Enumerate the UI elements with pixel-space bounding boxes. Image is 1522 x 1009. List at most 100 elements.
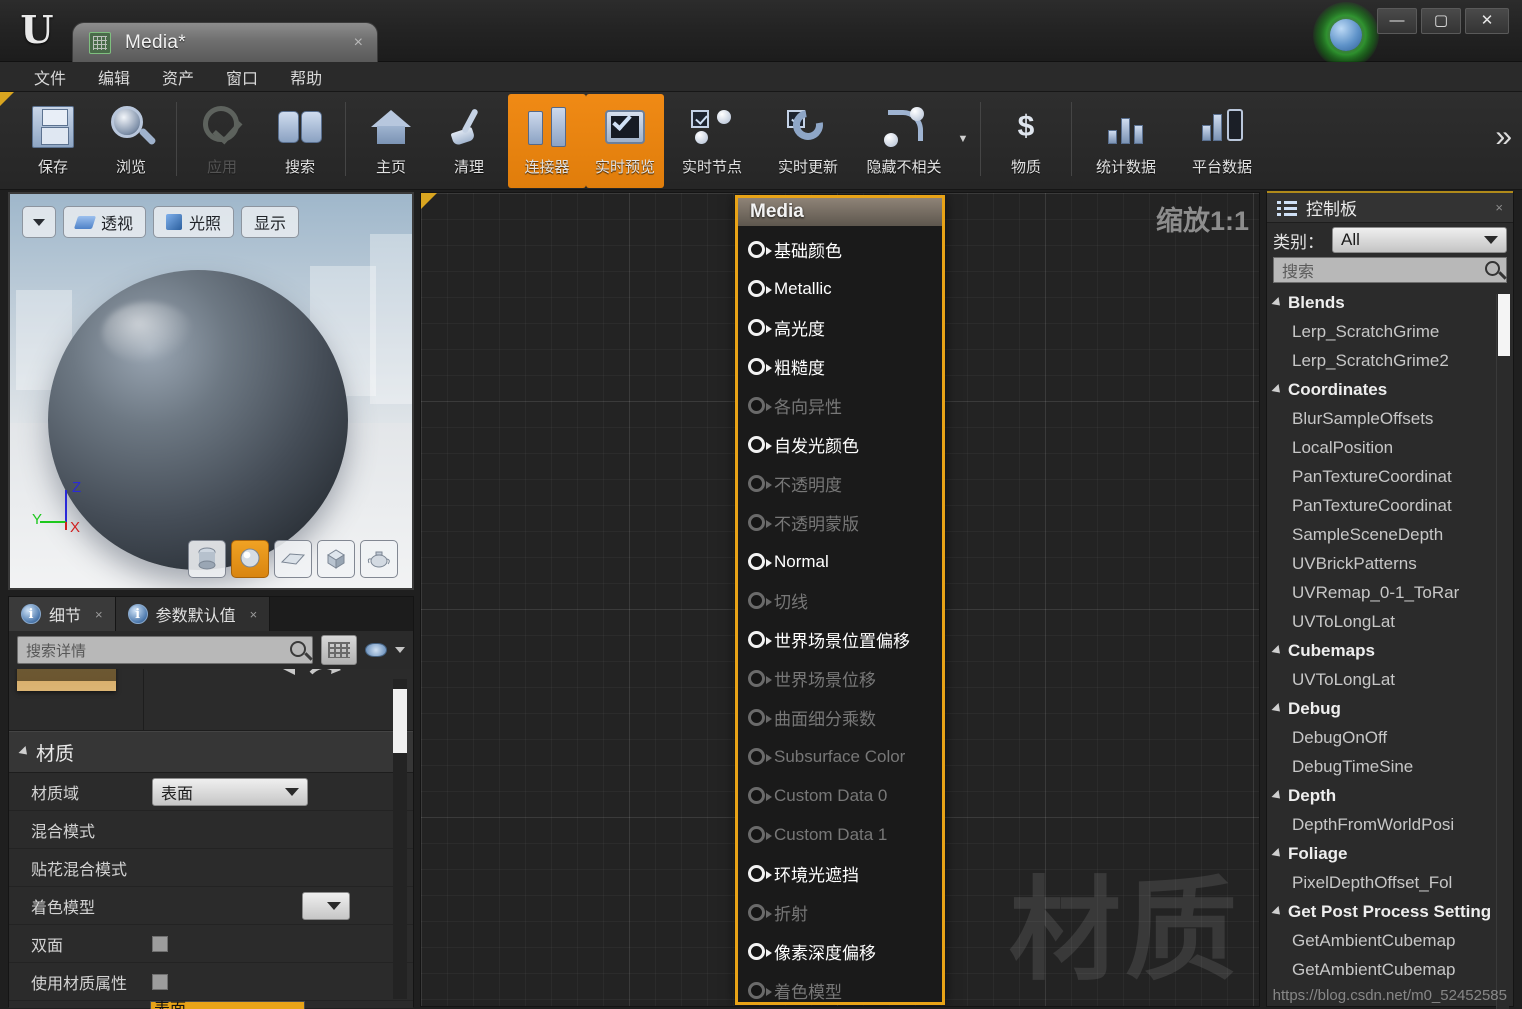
palette-group-depth[interactable]: Depth [1267,781,1513,810]
pin-dot-icon[interactable] [748,553,772,570]
menu-asset[interactable]: 资产 [146,63,210,91]
material-color-swatch[interactable] [17,669,116,691]
toolbar-connectors-button[interactable]: 连接器 [508,94,586,188]
pin-dot-icon[interactable] [748,982,772,999]
palette-scrollbar[interactable] [1496,294,1510,1009]
material-domain-dropdown-list[interactable]: 表面 延迟贴花 光照函数 体积 后期处理 用户界面 虚拟纹理 [150,1001,305,1009]
pin-world-displacement[interactable]: 世界场景位移 [738,659,942,698]
toolbar-overflow-icon[interactable]: » [1495,120,1512,154]
pin-dot-icon[interactable] [748,475,772,492]
palette-category-combo[interactable]: All [1332,227,1507,253]
pin-tessellation-multiplier[interactable]: 曲面细分乘数 [738,698,942,737]
details-scrollbar-thumb[interactable] [393,689,407,753]
palette-group-coordinates[interactable]: Coordinates [1267,375,1513,404]
hide-unrelated-chevron-down-icon[interactable]: ▼ [952,92,974,186]
details-grid-view-button[interactable] [321,635,357,665]
palette-search-input[interactable]: 搜索 [1273,257,1507,283]
pin-dot-icon[interactable] [748,592,772,609]
palette-group-debug[interactable]: Debug [1267,694,1513,723]
palette-item[interactable]: BlurSampleOffsets [1267,404,1513,433]
toolbar-live-preview-button[interactable]: 实时预览 [586,94,664,188]
dropdown-option-surface[interactable]: 表面 [151,1002,304,1009]
toolbar-platform-stats-button[interactable]: 平台数据 [1174,94,1270,188]
palette-item[interactable]: UVBrickPatterns [1267,549,1513,578]
tab-details-close-icon[interactable]: × [95,607,103,622]
pin-dot-icon[interactable] [748,631,772,648]
material-domain-combo[interactable]: 表面 [152,777,308,806]
viewport-lit-button[interactable]: 光照 [153,206,235,238]
pin-refraction[interactable]: 折射 [738,893,942,932]
menu-edit[interactable]: 编辑 [82,63,146,91]
palette-item[interactable]: PanTextureCoordinat [1267,462,1513,491]
close-button[interactable]: ✕ [1465,8,1509,34]
pin-dot-icon[interactable] [748,241,772,258]
two-sided-checkbox[interactable] [152,935,168,952]
reset-arrows-icon[interactable] [277,669,347,689]
material-output-node[interactable]: Media 基础颜色 Metallic 高光度 粗糙度 各向异性 自发光颜色 不… [735,195,945,1005]
tab-close-icon[interactable]: × [354,34,363,52]
use-material-attributes-checkbox[interactable] [152,973,168,990]
pin-world-position-offset[interactable]: 世界场景位置偏移 [738,620,942,659]
pin-dot-icon[interactable] [748,709,772,726]
palette-item[interactable]: PixelDepthOffset_Fol [1267,868,1513,897]
teapot-preview-shape[interactable] [360,540,398,578]
toolbar-live-nodes-button[interactable]: 实时节点 [664,94,760,188]
material-section-header[interactable]: 材质 [9,731,413,773]
palette-scrollbar-thumb[interactable] [1498,294,1510,356]
palette-group-cubemaps[interactable]: Cubemaps [1267,636,1513,665]
pin-dot-icon[interactable] [748,865,772,882]
viewport-perspective-button[interactable]: 透视 [63,206,147,238]
pin-metallic[interactable]: Metallic [738,269,942,308]
palette-group-foliage[interactable]: Foliage [1267,839,1513,868]
palette-item[interactable]: DepthFromWorldPosi [1267,810,1513,839]
pin-dot-icon[interactable] [748,514,772,531]
viewport-options-button[interactable] [22,206,56,238]
pin-dot-icon[interactable] [748,397,772,414]
pin-opacity[interactable]: 不透明度 [738,464,942,503]
palette-item[interactable]: Lerp_ScratchGrime [1267,317,1513,346]
toolbar-substance-button[interactable]: $ 物质 [987,94,1065,188]
palette-item[interactable]: SampleSceneDepth [1267,520,1513,549]
pin-roughness[interactable]: 粗糙度 [738,347,942,386]
pin-anisotropy[interactable]: 各向异性 [738,386,942,425]
pin-tangent[interactable]: 切线 [738,581,942,620]
pin-base-color[interactable]: 基础颜色 [738,230,942,269]
palette-item[interactable]: DebugTimeSine [1267,752,1513,781]
palette-group-blends[interactable]: Blends [1267,288,1513,317]
pin-normal[interactable]: Normal [738,542,942,581]
chevron-down-icon[interactable] [395,647,405,653]
toolbar-home-button[interactable]: 主页 [352,94,430,188]
sphere-preview-shape[interactable] [231,540,269,578]
eye-icon[interactable] [365,643,387,657]
pin-dot-icon[interactable] [748,904,772,921]
tab-parameter-defaults[interactable]: 参数默认值 × [115,597,271,631]
pin-emissive-color[interactable]: 自发光颜色 [738,425,942,464]
pin-subsurface-color[interactable]: Subsurface Color [738,737,942,776]
palette-item[interactable]: UVToLongLat [1267,665,1513,694]
palette-item[interactable]: UVRemap_0-1_ToRar [1267,578,1513,607]
palette-group-get-post-process-setting[interactable]: Get Post Process Setting [1267,897,1513,926]
maximize-button[interactable]: ▢ [1421,8,1461,34]
pin-pixel-depth-offset[interactable]: 像素深度偏移 [738,932,942,971]
pin-dot-icon[interactable] [748,826,772,843]
details-scrollbar[interactable] [393,679,407,999]
material-graph-canvas[interactable]: 缩放1:1 材质 Media 基础颜色 Metallic 高光度 粗糙度 各向异… [420,192,1260,1007]
pin-dot-icon[interactable] [748,787,772,804]
toolbar-live-update-button[interactable]: 实时更新 [760,94,856,188]
toolbar-stats-button[interactable]: 统计数据 [1078,94,1174,188]
pin-dot-icon[interactable] [748,670,772,687]
toolbar-save-button[interactable]: 保存 [14,94,92,188]
palette-close-icon[interactable]: × [1495,200,1503,215]
menu-window[interactable]: 窗口 [210,63,274,91]
pin-shading-model[interactable]: 着色模型 [738,971,942,1006]
palette-item[interactable]: LocalPosition [1267,433,1513,462]
toolbar-clean-button[interactable]: 清理 [430,94,508,188]
menu-help[interactable]: 帮助 [274,63,338,91]
cylinder-preview-shape[interactable] [188,540,226,578]
viewport-show-button[interactable]: 显示 [241,206,300,238]
minimize-button[interactable]: — [1377,8,1417,34]
toolbar-search-button[interactable]: 搜索 [261,94,339,188]
palette-item[interactable]: DebugOnOff [1267,723,1513,752]
details-search-input[interactable]: 搜索详情 [17,636,313,664]
pin-dot-icon[interactable] [748,358,772,375]
